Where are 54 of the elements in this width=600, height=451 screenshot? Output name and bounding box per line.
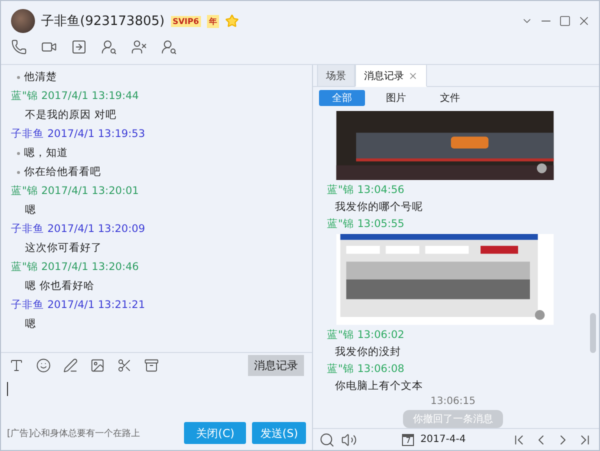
block-user-icon[interactable] bbox=[131, 39, 147, 55]
ad-text: [广告]心和身体总要有一个在路上 bbox=[7, 428, 140, 440]
year-badge: 年 bbox=[206, 14, 219, 28]
message-header: 蓝"锦 13:06:02 bbox=[327, 328, 406, 342]
image-icon[interactable] bbox=[90, 358, 105, 373]
search-icon[interactable] bbox=[319, 432, 335, 448]
chat-message: 你电脑上有个文本 bbox=[334, 379, 424, 393]
message-header: 子非鱼 2017/4/1 13:20:09 bbox=[11, 222, 145, 237]
message-header: 蓝"锦 13:04:56 bbox=[327, 183, 406, 198]
user-search-icon[interactable] bbox=[161, 39, 177, 55]
emoji-icon[interactable] bbox=[36, 358, 51, 373]
chat-message: 嗯 bbox=[24, 203, 36, 218]
tab[interactable]: 消息记录 bbox=[355, 65, 427, 87]
message-header: 蓝"锦 2017/4/1 13:19:44 bbox=[11, 89, 139, 104]
chat-message: 嗯 你也看好哈 bbox=[24, 279, 94, 294]
chat-message: 他清楚 bbox=[11, 69, 57, 86]
star-icon bbox=[224, 14, 239, 28]
chat-message: 你在给他看看吧 bbox=[11, 164, 101, 181]
chat-message: 我发你的没封 bbox=[334, 345, 402, 359]
close-icon[interactable] bbox=[408, 70, 418, 80]
tab[interactable]: 场景 bbox=[317, 65, 355, 87]
pen-icon[interactable] bbox=[63, 358, 78, 373]
message-header: 蓝"锦 2017/4/1 13:20:46 bbox=[11, 260, 139, 275]
text-cursor bbox=[7, 382, 8, 396]
chat-message: 嗯 bbox=[24, 317, 36, 332]
filter-button[interactable]: 全部 bbox=[319, 90, 365, 106]
archive-icon[interactable] bbox=[144, 358, 159, 373]
message-header: 蓝"锦 2017/4/1 13:20:01 bbox=[11, 184, 139, 199]
message-header: 子非鱼 2017/4/1 13:19:53 bbox=[11, 127, 145, 142]
message-header: 子非鱼 2017/4/1 13:21:21 bbox=[11, 298, 145, 313]
avatar[interactable] bbox=[11, 9, 35, 33]
phone-icon[interactable] bbox=[11, 39, 27, 55]
chat-message: 嗯，知道 bbox=[11, 145, 68, 162]
scissors-icon[interactable] bbox=[117, 358, 132, 373]
message-header: 蓝"锦 13:06:08 bbox=[327, 362, 406, 376]
close-icon[interactable] bbox=[577, 14, 591, 28]
date-text: 2017-4-4 bbox=[420, 434, 466, 445]
filter-button[interactable]: 图片 bbox=[373, 90, 419, 106]
transfer-icon[interactable] bbox=[71, 39, 87, 55]
chat-message: 我发你的哪个号呢 bbox=[334, 200, 424, 214]
maximize-icon[interactable] bbox=[559, 15, 571, 27]
chat-message: 不是我的原因 对吧 bbox=[24, 108, 116, 123]
scrollbar[interactable] bbox=[590, 313, 596, 353]
vip-badge: SVIP6 bbox=[170, 16, 201, 26]
filter-button[interactable]: 文件 bbox=[427, 90, 473, 106]
timestamp: 13:06:15 bbox=[430, 396, 476, 407]
calendar-icon[interactable]: 7 bbox=[402, 434, 414, 446]
history-button[interactable]: 消息记录 bbox=[248, 355, 304, 376]
message-header: 蓝"锦 13:05:55 bbox=[327, 217, 406, 232]
chat-message: 这次你可看好了 bbox=[24, 241, 102, 256]
window-title: 子非鱼(923173805) bbox=[41, 13, 165, 30]
user-icon[interactable] bbox=[101, 39, 117, 55]
speaker-icon[interactable] bbox=[341, 432, 357, 448]
font-icon[interactable] bbox=[9, 358, 24, 373]
